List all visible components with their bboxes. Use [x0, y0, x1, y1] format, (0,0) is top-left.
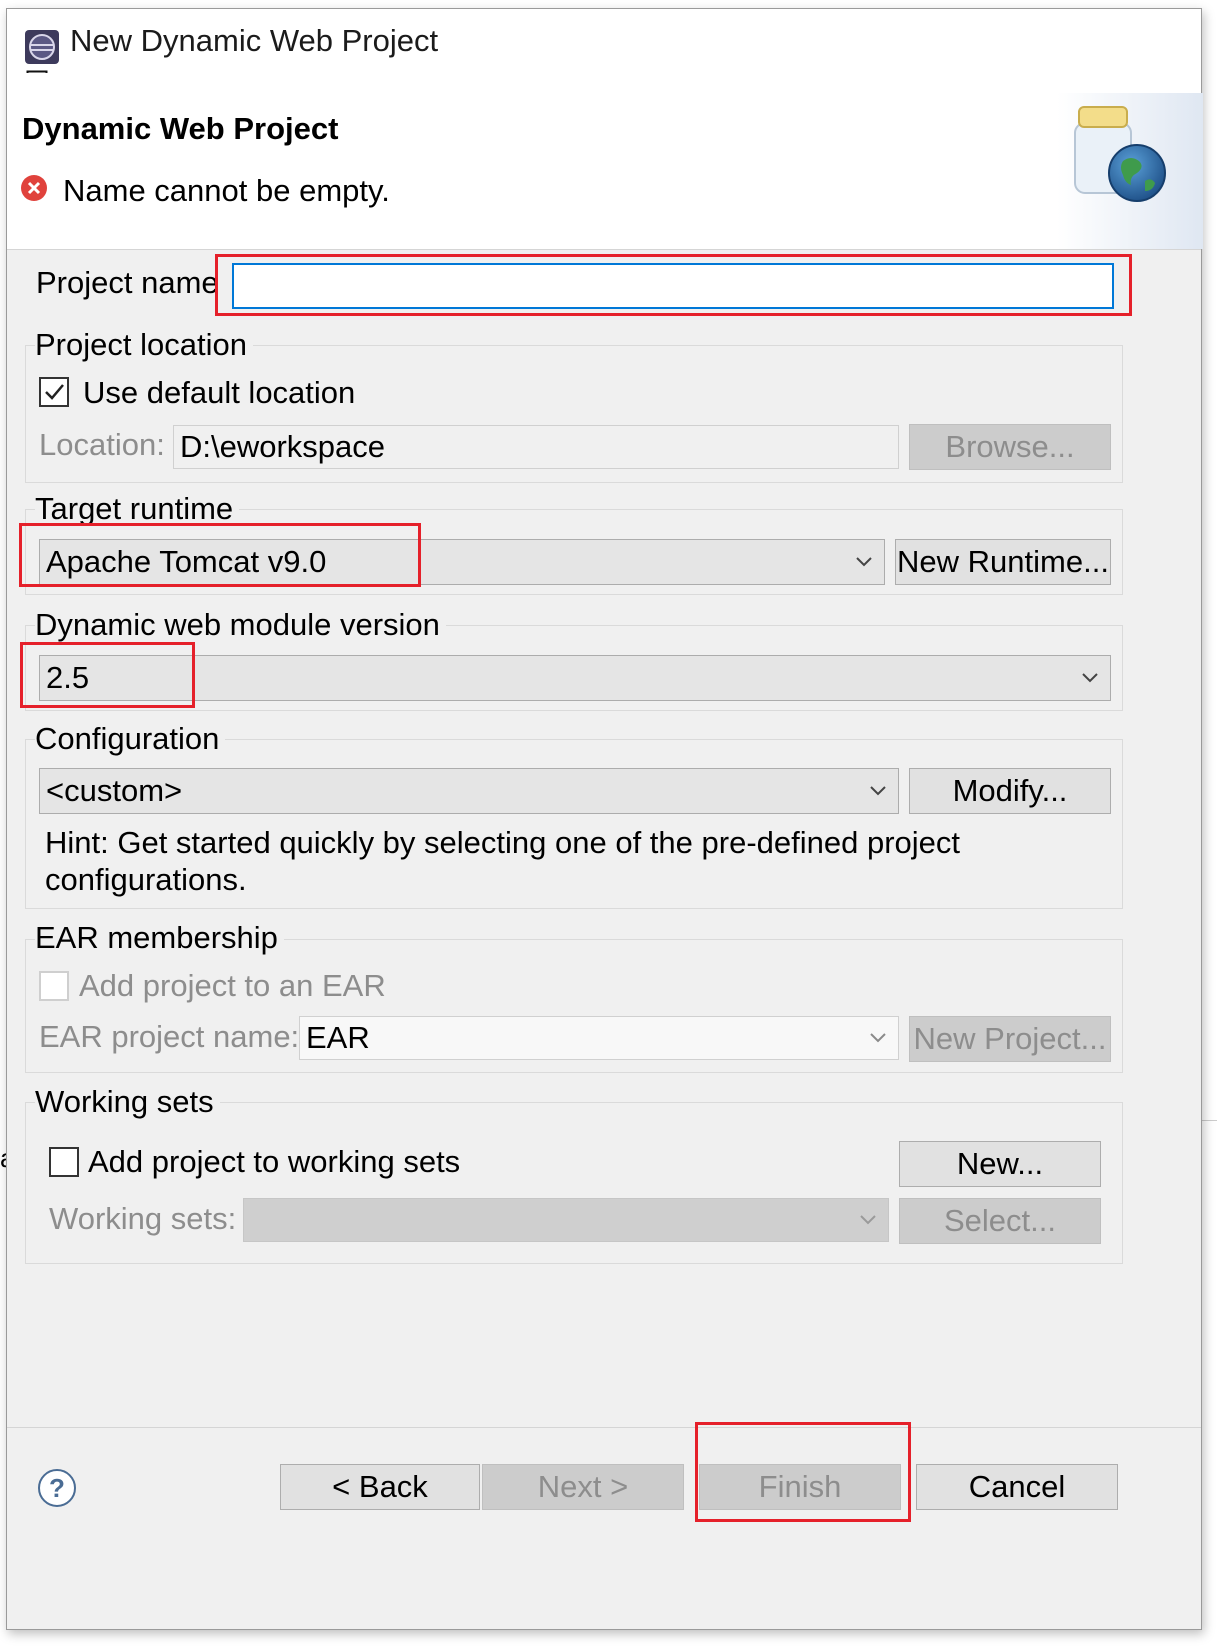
working-sets-group-label: Working sets — [35, 1084, 220, 1120]
chevron-down-icon — [1082, 673, 1098, 683]
ear-project-name-label: EAR project name: — [39, 1019, 300, 1054]
modify-button[interactable]: Modify... — [909, 768, 1111, 814]
finish-button: Finish — [699, 1464, 901, 1510]
error-icon — [21, 175, 47, 201]
background-edge-line — [1202, 1120, 1217, 1121]
configuration-select[interactable]: <custom> — [39, 768, 899, 814]
checkmark-icon — [45, 384, 64, 400]
error-message: Name cannot be empty. — [63, 173, 390, 208]
use-default-location-checkbox[interactable] — [39, 377, 69, 407]
new-working-set-button[interactable]: New... — [899, 1141, 1101, 1187]
browse-button: Browse... — [909, 424, 1111, 470]
window-title: New Dynamic Web Project — [70, 23, 439, 58]
project-name-label: Project name — [36, 265, 219, 300]
add-to-ear-checkbox — [39, 971, 69, 1001]
chevron-down-icon — [870, 1033, 886, 1043]
back-button[interactable]: < Back — [280, 1464, 480, 1510]
next-button: Next > — [482, 1464, 684, 1510]
chevron-down-icon — [860, 1215, 876, 1225]
web-module-version-select[interactable]: 2.5 — [39, 655, 1111, 701]
project-name-input[interactable] — [232, 263, 1114, 309]
title-bar: New Dynamic Web Project — [7, 9, 1201, 140]
cancel-button[interactable]: Cancel — [916, 1464, 1118, 1510]
target-runtime-value: Apache Tomcat v9.0 — [46, 544, 327, 579]
new-ear-project-button: New Project... — [909, 1016, 1111, 1062]
dialog-window: New Dynamic Web Project Dynamic Web Proj… — [6, 8, 1203, 1630]
chevron-down-icon — [870, 786, 886, 796]
web-module-version-group-label: Dynamic web module version — [35, 607, 446, 643]
add-to-ear-label: Add project to an EAR — [79, 968, 386, 1003]
location-input: D:\eworkspace — [173, 425, 899, 469]
configuration-hint-line2: configurations. — [45, 862, 247, 897]
chevron-down-icon — [856, 557, 872, 567]
project-location-group-label: Project location — [35, 327, 253, 363]
web-project-jar-globe-icon — [1057, 93, 1203, 249]
web-module-version-value: 2.5 — [46, 660, 90, 695]
use-default-location-label: Use default location — [83, 375, 356, 410]
help-icon[interactable]: ? — [37, 1468, 77, 1508]
footer-separator — [7, 1427, 1201, 1428]
page-title: Dynamic Web Project — [22, 111, 339, 146]
add-to-working-sets-label: Add project to working sets — [88, 1144, 461, 1179]
select-working-sets-button: Select... — [899, 1198, 1101, 1244]
configuration-group-label: Configuration — [35, 721, 226, 757]
configuration-hint-line1: Hint: Get started quickly by selecting o… — [45, 825, 960, 860]
location-label: Location: — [39, 427, 165, 462]
ear-project-name-select: EAR — [299, 1016, 899, 1060]
new-runtime-button[interactable]: New Runtime... — [895, 539, 1111, 585]
svg-text:?: ? — [49, 1473, 65, 1503]
target-runtime-select[interactable]: Apache Tomcat v9.0 — [39, 539, 885, 585]
working-sets-select — [243, 1198, 889, 1242]
ear-membership-group-label: EAR membership — [35, 920, 284, 956]
wizard-header: Dynamic Web Project Name cannot be empty… — [7, 73, 1203, 250]
add-to-working-sets-checkbox[interactable] — [49, 1147, 79, 1177]
eclipse-icon — [25, 30, 59, 64]
ear-project-name-value: EAR — [306, 1020, 370, 1055]
working-sets-label: Working sets: — [49, 1201, 237, 1236]
target-runtime-group-label: Target runtime — [35, 491, 240, 527]
configuration-value: <custom> — [46, 773, 183, 808]
